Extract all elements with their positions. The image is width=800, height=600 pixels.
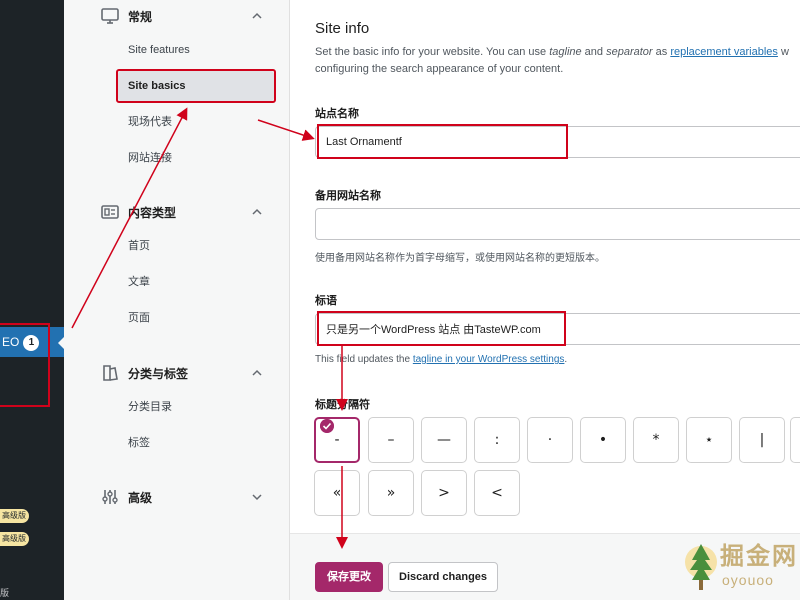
site-name-input[interactable]	[315, 126, 800, 158]
desc-text: and	[581, 46, 607, 58]
nav-group-taxonomies[interactable]: 分类与标签	[100, 361, 188, 385]
tagline-settings-link[interactable]: tagline in your WordPress settings	[413, 354, 565, 365]
separator-option-colon[interactable]: :	[474, 417, 520, 463]
tree-logo-icon	[685, 544, 717, 590]
help-text-part: This field updates the	[315, 354, 413, 365]
nav-group-label: 分类与标签	[128, 366, 189, 381]
content-type-icon	[101, 205, 119, 219]
nav-item-categories[interactable]: 分类目录	[128, 398, 172, 416]
nav-group-general[interactable]: 常规	[100, 4, 152, 28]
site-name-label: 站点名称	[315, 108, 359, 120]
separator-option-en-dash[interactable]: –	[368, 417, 414, 463]
nav-item-site-connections[interactable]: 网站连接	[128, 149, 172, 167]
page-description: Set the basic info for your website. You…	[315, 44, 800, 78]
tagline-input[interactable]	[315, 313, 800, 345]
alt-site-name-input[interactable]	[315, 208, 800, 240]
nav-item-site-features[interactable]: Site features	[128, 41, 190, 59]
nav-item-pages[interactable]: 页面	[128, 309, 150, 327]
nav-item-homepage[interactable]: 首页	[128, 237, 150, 255]
discard-changes-button[interactable]: Discard changes	[388, 562, 499, 592]
nav-item-site-basics[interactable]: Site basics	[118, 71, 274, 101]
nav-group-label: 常规	[128, 9, 153, 24]
premium-badge: 高级版	[0, 509, 29, 523]
separator-option-pipe[interactable]: |	[739, 417, 785, 463]
nav-item-site-representation[interactable]: 现场代表	[128, 113, 172, 131]
help-text-part: .	[564, 354, 568, 365]
main-content: Site info Set the basic info for your we…	[290, 0, 800, 600]
desc-separator: separator	[606, 46, 653, 58]
tagline-help: This field updates the tagline in your W…	[315, 354, 567, 365]
nav-group-advanced[interactable]: 高级	[100, 485, 152, 509]
save-changes-button[interactable]: 保存更改	[315, 562, 383, 592]
alt-site-name-label: 备用网站名称	[315, 190, 381, 202]
separator-option-laquo[interactable]: «	[314, 470, 360, 516]
sidebar-bottom-text: 版	[0, 588, 10, 598]
monitor-icon	[101, 8, 119, 24]
alt-site-name-help: 使用备用网站名称作为首字母缩写，或使用网站名称的更短版本。	[315, 253, 605, 264]
watermark-text: 掘金网	[720, 543, 798, 570]
chevron-up-icon[interactable]	[250, 366, 264, 380]
desc-text: as	[652, 46, 671, 58]
separator-option-bullet[interactable]: •	[580, 417, 626, 463]
page-title: Site info	[315, 20, 370, 37]
wp-admin-sidebar: EO 1 高级版 高级版 版	[0, 0, 64, 600]
nav-group-label: 内容类型	[128, 205, 177, 220]
separator-option-em-dash[interactable]: —	[421, 417, 467, 463]
chevron-up-icon[interactable]	[250, 205, 264, 219]
chevron-down-icon[interactable]	[250, 490, 264, 504]
title-separator-label: 标题分隔符	[315, 399, 370, 411]
taxonomy-icon	[103, 365, 118, 381]
separator-option-lt[interactable]: <	[474, 470, 520, 516]
sliders-icon	[102, 490, 118, 504]
separator-option-tilde[interactable]: ~	[790, 417, 800, 463]
chevron-up-icon[interactable]	[250, 9, 264, 23]
separator-option-low-asterisk[interactable]: ⋆	[686, 417, 732, 463]
nav-item-tags[interactable]: 标签	[128, 434, 150, 452]
separator-option-middot[interactable]: ·	[527, 417, 573, 463]
desc-text: Set the basic info for your website. You…	[315, 46, 550, 58]
premium-badge: 高级版	[0, 532, 29, 546]
separator-option-asterisk[interactable]: *	[633, 417, 679, 463]
selected-check-icon	[320, 419, 334, 433]
watermark: 掘金网 oyouoo	[680, 532, 800, 600]
nav-group-label: 高级	[128, 490, 153, 505]
separator-option-gt[interactable]: >	[421, 470, 467, 516]
annotation-box-seo	[0, 323, 50, 407]
desc-text: configuring the search appearance of you…	[315, 63, 564, 75]
replacement-variables-link[interactable]: replacement variables	[670, 46, 778, 58]
nav-group-content-types[interactable]: 内容类型	[100, 200, 176, 224]
desc-tagline: tagline	[549, 46, 582, 58]
desc-text: w	[777, 46, 789, 58]
nav-item-posts[interactable]: 文章	[128, 273, 150, 291]
watermark-subtext: oyouoo	[722, 572, 774, 588]
separator-option-raquo[interactable]: »	[368, 470, 414, 516]
tagline-label: 标语	[315, 295, 337, 307]
